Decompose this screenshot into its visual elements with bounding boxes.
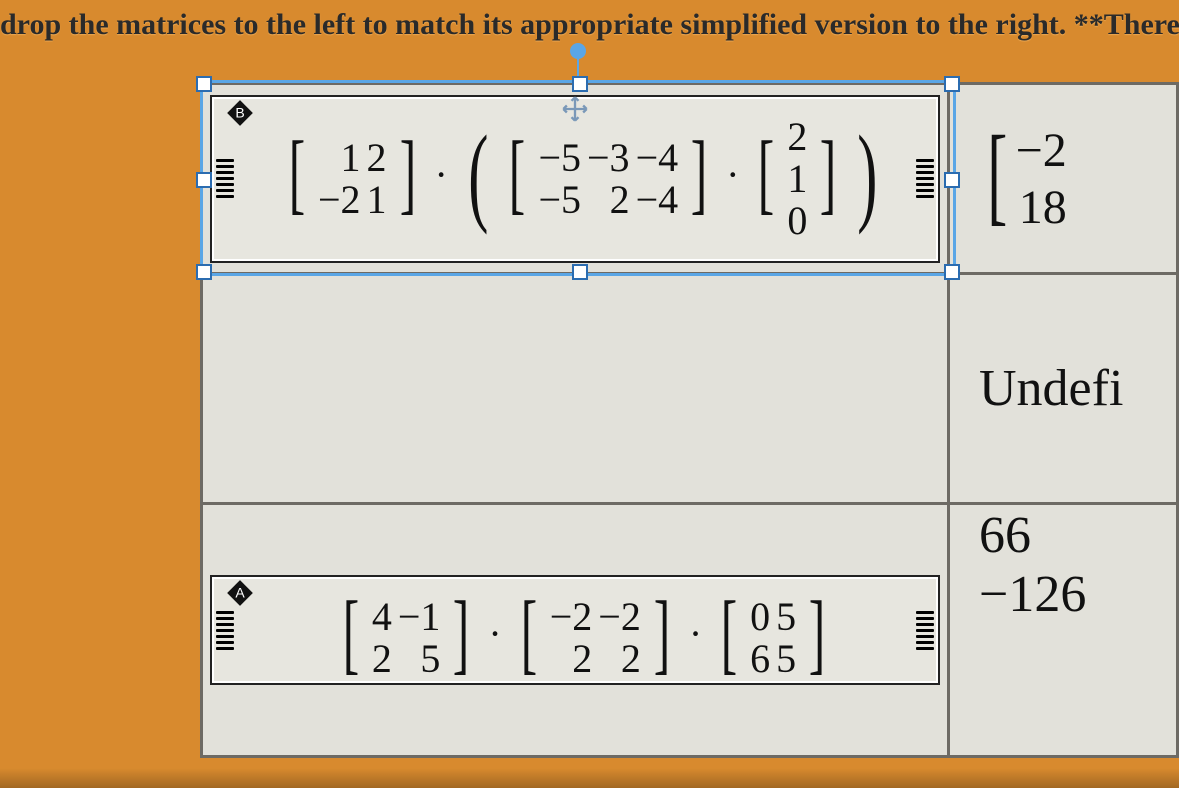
svg-text:A: A xyxy=(235,585,245,601)
answer-1: [ −218 xyxy=(951,86,1175,271)
badge-a: A xyxy=(226,579,254,607)
answer-2: Undefi xyxy=(951,359,1175,418)
page-root: drop the matrices to the left to match i… xyxy=(0,0,1179,788)
answer-cell-2: Undefi xyxy=(949,274,1178,504)
grip-right[interactable] xyxy=(916,577,934,683)
grip-right[interactable] xyxy=(916,97,934,261)
answer-cell-3: 66 −126 xyxy=(949,504,1178,757)
answer-3: 66 −126 xyxy=(951,506,1175,754)
answer-cell-1: [ −218 xyxy=(949,84,1178,274)
badge-b: B xyxy=(226,99,254,127)
svg-text:B: B xyxy=(235,104,244,120)
expression-b: [ 1−2 21 ] · ( [ −5−5 −32 −4−4 ] · xyxy=(282,117,886,241)
tile-b[interactable]: B [ 1−2 21 ] · ( [ −5 xyxy=(210,95,940,263)
drop-cell-2[interactable] xyxy=(202,274,949,504)
drop-cell-1[interactable]: B [ 1−2 21 ] · ( [ −5 xyxy=(202,84,949,274)
bottom-fade xyxy=(0,768,1179,788)
drop-cell-3[interactable]: A [ 42 −15 ] · [ −22 −22 ] · xyxy=(202,504,949,757)
tile-a[interactable]: A [ 42 −15 ] · [ −22 −22 ] · xyxy=(210,575,940,685)
matching-grid: B [ 1−2 21 ] · ( [ −5 xyxy=(200,82,1179,758)
move-icon[interactable] xyxy=(561,95,589,123)
rotate-stem xyxy=(577,59,579,77)
instruction-text: drop the matrices to the left to match i… xyxy=(0,0,1179,54)
work-area: B [ 1−2 21 ] · ( [ −5 xyxy=(200,82,1179,758)
expression-a: [ 42 −15 ] · [ −22 −22 ] · [ 06 xyxy=(336,597,832,679)
